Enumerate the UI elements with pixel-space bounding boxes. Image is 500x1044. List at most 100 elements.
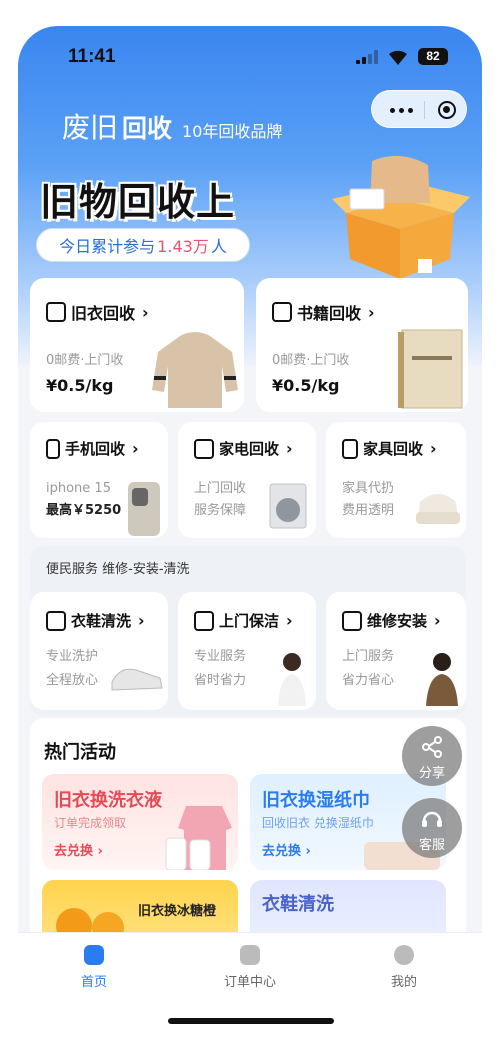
activities-header: 热门活动: [44, 742, 116, 763]
cabinet-icon: [342, 438, 358, 459]
status-bar: 11:41 82: [18, 26, 482, 86]
repair-service-label: 维修安装: [367, 612, 428, 630]
furniture-recycle-line2: 费用透明: [342, 503, 395, 518]
wrench-icon: [342, 610, 362, 631]
phone-recycle-card[interactable]: 手机回收 › iphone 15 最高￥5250: [30, 422, 168, 538]
order-icon: [240, 945, 260, 965]
repair-service-card[interactable]: 维修安装 › 上门服务 省力省心: [326, 592, 466, 710]
chevron-right-icon: ›: [368, 302, 375, 322]
laundry-service-title: 衣鞋清洗 ›: [46, 610, 145, 631]
cleaning-service-label: 上门保洁: [219, 612, 280, 630]
shirt-icon: [46, 302, 66, 322]
books-recycle-sub: 0邮费·上门收: [272, 353, 350, 368]
chevron-right-icon: ›: [132, 439, 139, 458]
cleaner-person-image: [278, 653, 306, 706]
phone-screen: 11:41 82 废旧 回收 10年回收品牌 旧物回收上 今日累计参与 1.43…: [18, 26, 482, 1034]
furniture-recycle-title: 家具回收 ›: [342, 438, 437, 459]
status-time: 11:41: [68, 46, 116, 67]
armchair-image: [416, 494, 460, 524]
clothes-recycle-title: 旧衣回收 ›: [46, 300, 149, 324]
promo-detergent[interactable]: 旧衣换洗衣液 订单完成领取 去兑换 ›: [42, 774, 238, 870]
tab-mine[interactable]: 我的: [354, 945, 454, 990]
cleaning-service-title: 上门保洁 ›: [194, 610, 293, 631]
battery-icon: 82: [418, 48, 448, 65]
hero-slogan: 旧物回收上: [40, 180, 236, 224]
phone-icon: [46, 438, 60, 459]
books-recycle-title: 书籍回收 ›: [272, 300, 375, 324]
clothes-recycle-label: 旧衣回收: [71, 304, 136, 323]
appliance-recycle-line2: 服务保障: [194, 503, 247, 518]
laundry-service-card[interactable]: 衣鞋清洗 › 专业洗护 全程放心: [30, 592, 168, 710]
promo-laundry-title: 衣鞋清洗: [262, 894, 334, 915]
washer-icon: [194, 438, 214, 459]
price-value: ¥0.5: [46, 376, 86, 395]
price-value: ¥0.5: [272, 376, 312, 395]
hoodie-image: [152, 332, 238, 408]
laundry-service-line1: 专业洗护: [46, 649, 99, 664]
share-button[interactable]: 分享: [402, 726, 462, 786]
customer-service-button[interactable]: 客服: [402, 798, 462, 858]
share-label: 分享: [418, 766, 445, 781]
appliance-recycle-label: 家电回收: [219, 440, 280, 458]
brand-title: 废旧 回收 10年回收品牌: [62, 106, 282, 146]
repair-service-line1: 上门服务: [342, 649, 395, 664]
washing-machine-image: [269, 483, 307, 529]
tab-home[interactable]: 首页: [44, 945, 144, 990]
promo-detergent-title: 旧衣换洗衣液: [54, 790, 162, 811]
capsule-divider: [424, 101, 425, 119]
price-unit: /kg: [85, 376, 114, 395]
profile-icon: [394, 945, 414, 965]
participants-count: 1.43万: [157, 237, 209, 256]
brand-main: 回收: [122, 114, 173, 143]
tab-mine-label: 我的: [390, 975, 417, 990]
chevron-right-icon: ›: [430, 439, 437, 458]
customer-service-label: 客服: [418, 838, 445, 853]
phone-recycle-title: 手机回收 ›: [46, 438, 139, 459]
books-recycle-card[interactable]: 书籍回收 › 0邮费·上门收 ¥0.5/kg: [256, 278, 468, 412]
repair-service-line2: 省力省心: [342, 673, 395, 688]
services-header: 便民服务 维修-安装-清洗: [46, 562, 190, 577]
furniture-recycle-card[interactable]: 家具回收 › 家具代扔 费用透明: [326, 422, 466, 538]
iphone-image: [128, 482, 160, 536]
clothes-recycle-card[interactable]: 旧衣回收 › 0邮费·上门收 ¥0.5/kg: [30, 278, 244, 412]
clothes-recycle-sub: 0邮费·上门收: [46, 353, 124, 368]
home-icon: [84, 945, 104, 965]
home-indicator: [168, 1018, 334, 1024]
repairman-image: [426, 653, 458, 706]
cleaning-service-line2: 省时省力: [194, 673, 247, 688]
recycle-box-illustration: [332, 155, 470, 279]
chevron-right-icon: ›: [286, 611, 293, 630]
appliance-recycle-card[interactable]: 家电回收 › 上门回收 服务保障: [178, 422, 316, 538]
book-image: [398, 329, 463, 409]
phone-recycle-line2: 最高￥5250: [46, 503, 122, 518]
detergent-image: [165, 806, 232, 870]
brand-tag: 10年回收品牌: [182, 122, 283, 141]
furniture-recycle-line1: 家具代扔: [342, 481, 395, 496]
chevron-right-icon: ›: [138, 611, 145, 630]
cleaning-service-card[interactable]: 上门保洁 › 专业服务 省时省力: [178, 592, 316, 710]
books-recycle-price: ¥0.5/kg: [272, 376, 339, 395]
promo-wipes-button[interactable]: 去兑换 ›: [262, 840, 311, 859]
cleaning-service-line1: 专业服务: [194, 649, 247, 664]
tshirt-icon: [46, 610, 66, 631]
appliance-recycle-title: 家电回收 ›: [194, 438, 293, 459]
tab-home-label: 首页: [80, 975, 107, 990]
laundry-service-label: 衣鞋清洗: [71, 612, 132, 630]
appliance-recycle-line1: 上门回收: [194, 481, 247, 496]
chevron-right-icon: ›: [286, 439, 293, 458]
more-icon[interactable]: [390, 108, 416, 113]
furniture-recycle-label: 家具回收: [363, 440, 424, 458]
phone-recycle-label: 手机回收: [65, 440, 126, 458]
repair-service-title: 维修安装 ›: [342, 610, 441, 631]
laundry-service-line2: 全程放心: [46, 673, 99, 688]
book-icon: [272, 302, 292, 322]
participants-pill: 今日累计参与 1.43万 人: [36, 228, 250, 262]
promo-wipes-sub: 回收旧衣 兑换湿纸巾: [262, 816, 374, 830]
tab-orders[interactable]: 订单中心: [200, 945, 300, 990]
promo-detergent-button[interactable]: 去兑换 ›: [54, 840, 103, 859]
price-unit: /kg: [311, 376, 340, 395]
sneakers-image: [111, 668, 163, 691]
wifi-icon: [389, 50, 407, 65]
close-miniprogram-icon[interactable]: [438, 101, 456, 119]
activities-section: 热门活动 旧衣换洗衣液 订单完成领取 去兑换 › 旧衣换湿纸巾 回收旧衣 兑换湿…: [30, 718, 466, 958]
